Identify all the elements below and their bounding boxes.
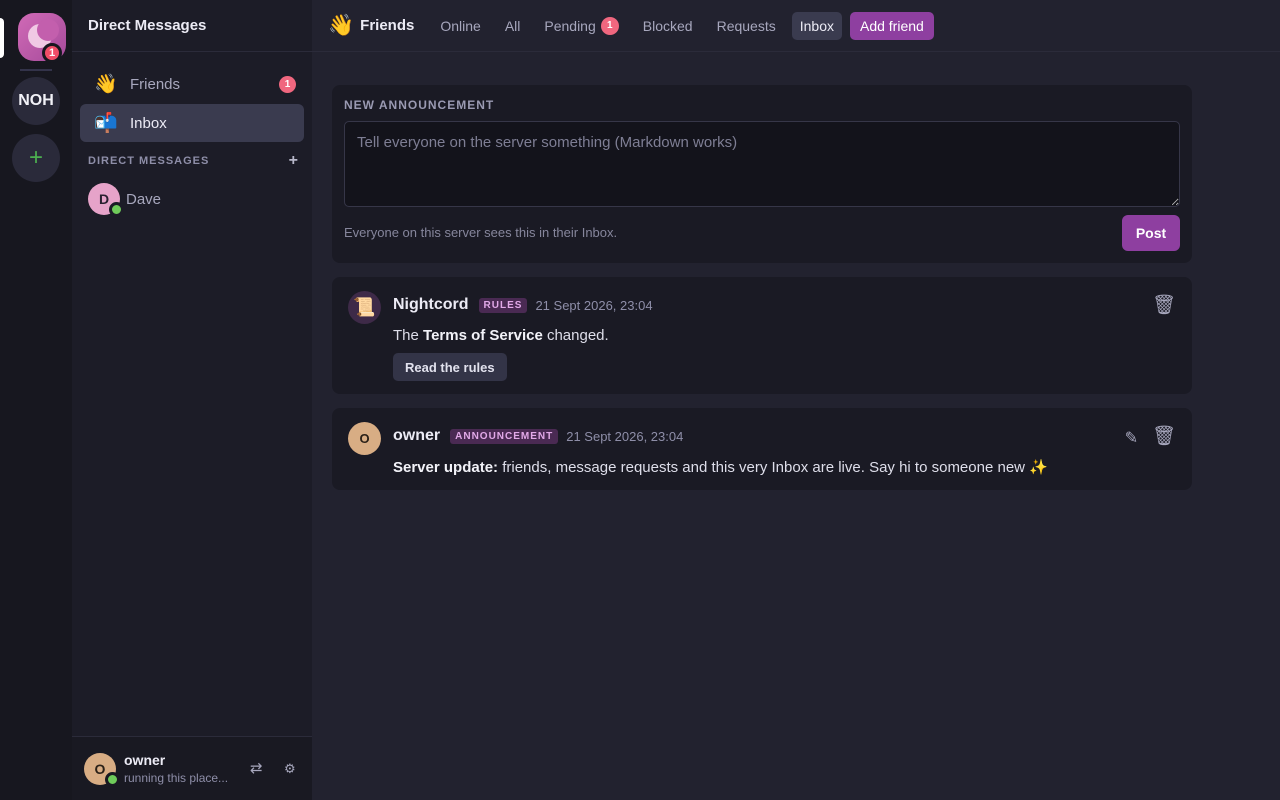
announcement-input[interactable]	[344, 121, 1180, 207]
friends-badge: 1	[279, 76, 296, 93]
tab-requests[interactable]: Requests	[709, 12, 784, 40]
dm-item-dave[interactable]: D Dave	[80, 182, 304, 217]
pending-badge: 1	[600, 16, 619, 35]
edit-icon[interactable]: ✎	[1125, 428, 1138, 448]
post-body: The Terms of Service changed.	[393, 327, 609, 344]
post-tag: RULES	[478, 297, 528, 313]
post-body: Server update: friends, message requests…	[393, 459, 1048, 476]
post-timestamp: 21 Sept 2026, 23:04	[535, 297, 653, 313]
user-panel: O owner running this place... ⇄ ⚙	[72, 736, 312, 800]
inbox-post: 📜 Nightcord RULES 21 Sept 2026, 23:04 Th…	[332, 277, 1192, 394]
tab-blocked[interactable]: Blocked	[635, 12, 701, 40]
trash-icon[interactable]: 🗑	[1152, 424, 1176, 448]
sidebar-item-label: Friends	[130, 75, 181, 93]
post-author: owner	[393, 427, 441, 444]
wave-icon: 👋	[94, 74, 118, 95]
sidebar-item-inbox[interactable]: 📬 Inbox	[80, 104, 304, 142]
composer-hint: Everyone on this server sees this in the…	[344, 225, 618, 240]
read-rules-button[interactable]: Read the rules	[393, 353, 507, 381]
server-icon-noh[interactable]: NOH	[12, 77, 60, 125]
home-badge: 1	[42, 43, 62, 63]
sidebar-title: Direct Messages	[72, 0, 312, 52]
user-status: running this place...	[124, 771, 229, 785]
inbox-post: O owner ANNOUNCEMENT 21 Sept 2026, 23:04…	[332, 408, 1192, 490]
add-server-button[interactable]: +	[12, 134, 60, 182]
scroll-icon: 📜	[348, 291, 381, 324]
user-avatar[interactable]: O	[84, 752, 120, 787]
server-rail: 1 NOH +	[0, 0, 72, 800]
post-timestamp: 21 Sept 2026, 23:04	[566, 428, 684, 444]
new-dm-button[interactable]: +	[289, 152, 298, 170]
user-name: owner	[124, 752, 166, 768]
tab-inbox[interactable]: Inbox	[791, 11, 842, 40]
tab-all[interactable]: All	[497, 12, 529, 40]
composer-label: NEW ANNOUNCEMENT	[344, 98, 495, 112]
settings-icon[interactable]: ⚙	[284, 761, 296, 777]
rail-divider	[20, 69, 52, 71]
post-button[interactable]: Post	[1122, 215, 1180, 251]
dm-section-title: DIRECT MESSAGES	[88, 155, 210, 167]
trash-icon[interactable]: 🗑	[1152, 293, 1176, 317]
post-author: Nightcord	[393, 296, 469, 313]
wave-icon: 👋	[328, 13, 355, 37]
sidebar-item-label: Inbox	[130, 114, 167, 132]
online-status-dot	[105, 771, 120, 787]
mailbox-icon: 📬	[94, 113, 118, 134]
avatar: O	[348, 422, 381, 455]
tab-pending[interactable]: Pending 1	[536, 11, 626, 41]
top-bar: 👋 Friends Online All Pending 1 Blocked R…	[312, 0, 1280, 52]
post-tag: ANNOUNCEMENT	[450, 428, 559, 444]
dm-sidebar: Direct Messages 👋 Friends 1 📬 Inbox DIRE…	[72, 0, 312, 800]
page-title: 👋 Friends	[328, 13, 415, 37]
add-friend-button[interactable]: Add friend	[849, 11, 934, 40]
tab-online[interactable]: Online	[432, 12, 488, 40]
dm-name: Dave	[126, 190, 162, 208]
online-status-dot	[109, 202, 124, 217]
announcement-composer: NEW ANNOUNCEMENT Everyone on this server…	[332, 85, 1192, 263]
active-indicator	[0, 18, 4, 58]
avatar: D	[88, 183, 124, 217]
switch-account-icon[interactable]: ⇄	[250, 759, 263, 777]
sidebar-item-friends[interactable]: 👋 Friends 1	[80, 65, 304, 103]
